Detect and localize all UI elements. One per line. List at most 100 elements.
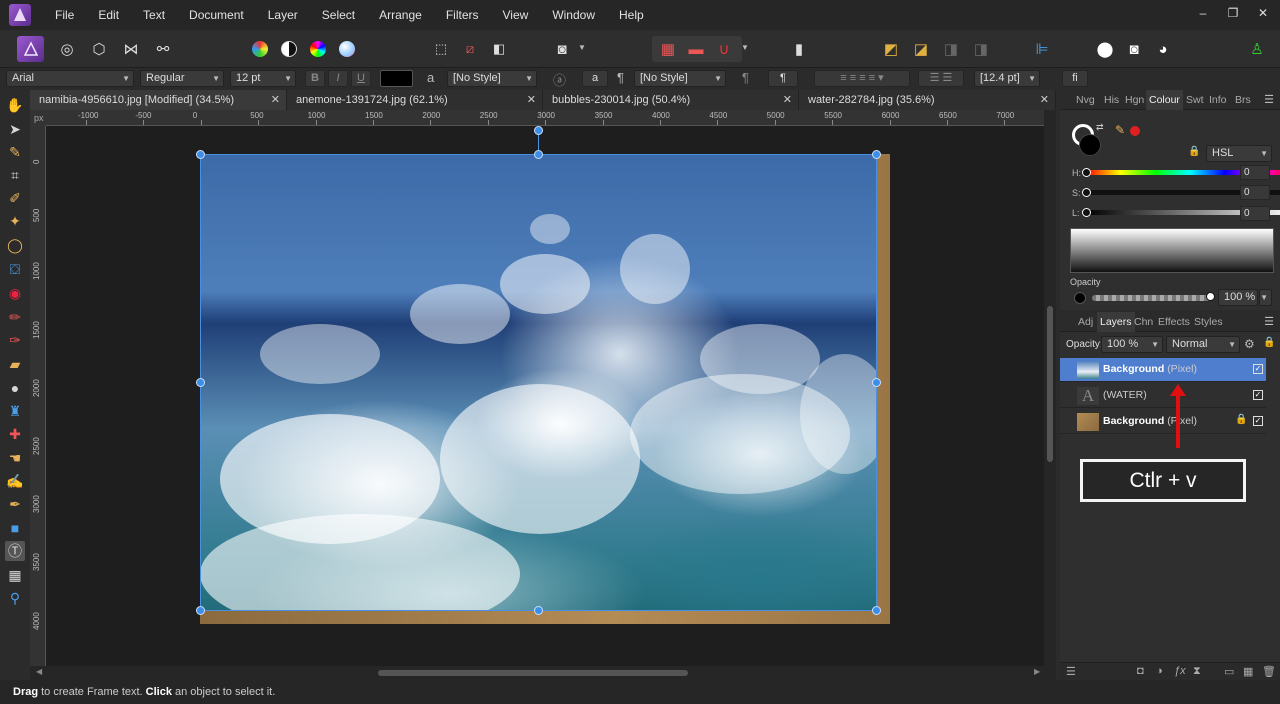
restore-button[interactable]: ❐ — [1226, 6, 1240, 20]
fill-colour-well[interactable] — [1079, 134, 1101, 156]
intersect-boolean-button[interactable]: ◕ — [1150, 36, 1176, 62]
view-tool[interactable]: ✋ — [5, 95, 25, 115]
paragraph-style-select[interactable]: [No Style] ▼ — [634, 70, 726, 87]
arrange-forward-button[interactable]: ◨ — [938, 36, 964, 62]
liquify-persona-button[interactable]: ◎ — [54, 36, 80, 62]
layer-visibility-checkbox[interactable]: ✓ — [1253, 390, 1263, 400]
layer-visibility-checkbox[interactable]: ✓ — [1253, 416, 1263, 426]
lock-icon[interactable]: 🔒 — [1235, 414, 1247, 425]
menu-arrange[interactable]: Arrange — [367, 0, 434, 30]
auto-contrast-button[interactable] — [276, 36, 302, 62]
layer-row[interactable]: Background (Pixel) 🔒 ✓ — [1060, 410, 1266, 434]
layer-row[interactable]: Background (Pixel) ✓ — [1060, 358, 1266, 382]
deselect-button[interactable]: ⧄ — [457, 36, 483, 62]
underline-button[interactable]: U — [351, 70, 371, 87]
flood-select-tool[interactable]: ✦ — [5, 211, 25, 231]
character-panel-icon[interactable]: ⓐ — [553, 70, 566, 89]
clone-brush-tool[interactable]: ♜ — [5, 401, 25, 421]
menu-edit[interactable]: Edit — [86, 0, 131, 30]
mesh-warp-tool[interactable]: ▦ — [5, 565, 25, 585]
tab-water[interactable]: water-282784.jpg (35.6%) ✕ — [799, 90, 1056, 110]
tab-effects[interactable]: Effects — [1158, 312, 1190, 332]
fx-icon[interactable]: ƒx — [1174, 665, 1186, 677]
flood-fill-tool[interactable]: ⛋ — [5, 259, 25, 279]
close-window-button[interactable]: ✕ — [1256, 6, 1270, 20]
add-group-icon[interactable]: ▭ — [1224, 665, 1234, 678]
arrange-back-button[interactable]: ◩ — [878, 36, 904, 62]
lock-icon[interactable]: 🔒 — [1188, 146, 1200, 157]
swap-colours-icon[interactable]: ⇄ — [1096, 122, 1104, 133]
leading-field[interactable]: [12.4 pt] ▼ — [974, 70, 1040, 87]
add-boolean-button[interactable]: ⬤ — [1092, 36, 1118, 62]
tab-bubbles[interactable]: bubbles-230014.jpg (50.4%) ✕ — [543, 90, 799, 110]
resize-handle-bottom-right[interactable] — [872, 606, 881, 615]
tab-info[interactable]: Info — [1209, 90, 1227, 110]
menu-select[interactable]: Select — [310, 0, 367, 30]
adjustment-icon[interactable]: ◑ — [1156, 665, 1163, 677]
resize-handle-bottom-left[interactable] — [196, 606, 205, 615]
tab-layers[interactable]: Layers — [1097, 312, 1135, 332]
colour-picker-icon[interactable]: ✎ — [1115, 123, 1125, 137]
subtract-boolean-button[interactable]: ◙ — [1121, 36, 1147, 62]
close-icon[interactable]: ✕ — [271, 90, 280, 110]
layer-opacity-field[interactable]: 100 % ▼ — [1101, 336, 1163, 353]
arrange-front-button[interactable]: ◨ — [968, 36, 994, 62]
opacity-knob[interactable] — [1206, 292, 1215, 301]
opacity-field[interactable]: 100 % — [1218, 289, 1258, 306]
freehand-selection-tool[interactable]: ◯ — [5, 235, 25, 255]
saturation-value[interactable]: 0 — [1240, 185, 1270, 200]
alignment-button[interactable]: ⊫ — [1029, 36, 1055, 62]
live-filter-icon[interactable]: ⧗ — [1193, 665, 1201, 678]
tab-styles[interactable]: Styles — [1194, 312, 1223, 332]
canvas-area[interactable] — [46, 126, 1044, 666]
tab-navigator[interactable]: Nvg — [1076, 90, 1095, 110]
blemish-removal-tool[interactable]: ✚ — [5, 424, 25, 444]
quick-mask-button[interactable]: ◙ — [549, 36, 575, 62]
resize-handle-bottom[interactable] — [534, 606, 543, 615]
hue-knob[interactable] — [1082, 168, 1091, 177]
colour-picker-tool[interactable]: ✎ — [5, 142, 25, 162]
tab-history[interactable]: His — [1104, 90, 1119, 110]
tab-namibia[interactable]: namibia-4956610.jpg [Modified] (34.5%) ✕ — [30, 90, 287, 110]
pasted-wave-image[interactable] — [200, 154, 877, 611]
hue-value[interactable]: 0 — [1240, 165, 1270, 180]
resize-handle-right[interactable] — [872, 378, 881, 387]
arrange-backward-button[interactable]: ◪ — [908, 36, 934, 62]
menu-window[interactable]: Window — [540, 0, 607, 30]
tab-anemone[interactable]: anemone-1391724.jpg (62.1%) ✕ — [287, 90, 543, 110]
lightness-value[interactable]: 0 — [1240, 206, 1270, 221]
font-size-field[interactable]: 12 pt ▼ — [230, 70, 296, 87]
gear-icon[interactable]: ⚙ — [1244, 337, 1255, 351]
account-button[interactable]: ♙ — [1244, 36, 1270, 62]
invert-selection-button[interactable]: ◧ — [486, 36, 512, 62]
sharpen-brush-tool[interactable]: ✍ — [5, 471, 25, 491]
paint-brush-tool[interactable]: ✏ — [5, 307, 25, 327]
colour-model-select[interactable]: HSL ▼ — [1206, 145, 1272, 162]
scroll-thumb[interactable] — [378, 670, 688, 676]
resize-handle-top-left[interactable] — [196, 150, 205, 159]
menu-layer[interactable]: Layer — [256, 0, 310, 30]
tab-histogram[interactable]: Hgn — [1125, 90, 1144, 110]
tone-mapping-persona-button[interactable]: ⋈ — [118, 36, 144, 62]
character-panel-button[interactable]: a — [582, 70, 608, 87]
layers-stack-icon[interactable]: ☰ — [1066, 665, 1076, 678]
close-icon[interactable]: ✕ — [783, 90, 792, 110]
auto-colours-button[interactable] — [305, 36, 331, 62]
tab-channels[interactable]: Chn — [1134, 312, 1153, 332]
develop-persona-button[interactable]: ⬡ — [86, 36, 112, 62]
opacity-slider[interactable] — [1092, 295, 1210, 301]
move-tool[interactable]: ➤ — [5, 119, 25, 139]
tab-adjustments[interactable]: Adj — [1078, 312, 1093, 332]
rotation-handle[interactable] — [534, 126, 543, 135]
delete-layer-icon[interactable]: 🗑 — [1262, 665, 1276, 678]
add-pixel-layer-icon[interactable]: ▦ — [1243, 665, 1253, 678]
tab-colour[interactable]: Colour — [1146, 90, 1183, 110]
menu-file[interactable]: File — [43, 0, 86, 30]
layer-row[interactable]: A (WATER) ✓ — [1060, 384, 1266, 408]
resize-handle-top[interactable] — [534, 150, 543, 159]
layer-visibility-checkbox[interactable]: ✓ — [1253, 364, 1263, 374]
quick-mask-dropdown-icon[interactable]: ▼ — [578, 43, 586, 52]
menu-view[interactable]: View — [491, 0, 541, 30]
vertical-scrollbar[interactable] — [1044, 110, 1056, 666]
scroll-right-icon[interactable]: ▶ — [1034, 667, 1040, 676]
